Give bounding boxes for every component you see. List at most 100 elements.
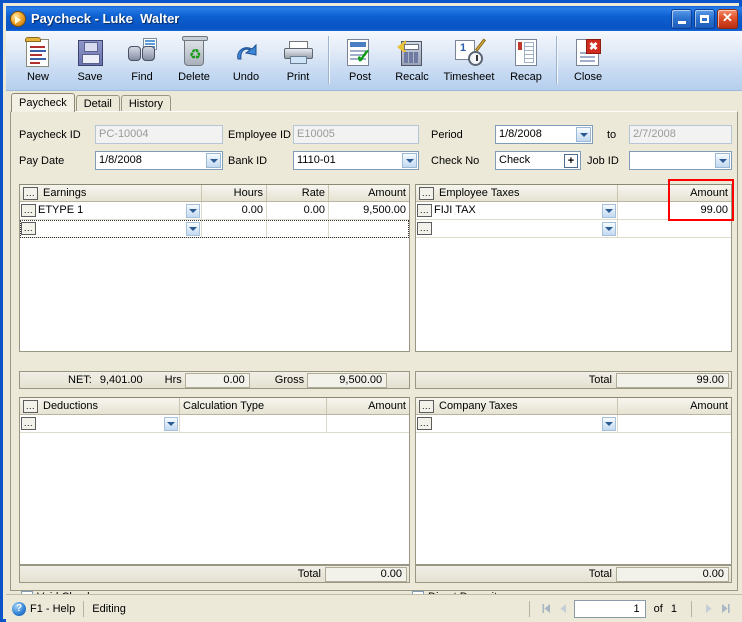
tab-history[interactable]: History (120, 95, 172, 112)
earnings-row-0-rate[interactable]: 0.00 (267, 202, 329, 219)
company-taxes-selector-button[interactable]: ... (419, 399, 434, 413)
help-hint[interactable]: ? F1 - Help (12, 601, 75, 616)
record-of-label: of 1 (654, 603, 677, 615)
chevron-down-icon[interactable] (206, 153, 221, 168)
table-row[interactable]: ... ETYPE 1 0.00 0.00 9,500.00 (20, 202, 409, 220)
earnings-row-1-amount[interactable] (329, 220, 409, 237)
deductions-total-value: 0.00 (325, 566, 407, 582)
chevron-down-icon[interactable] (186, 204, 200, 218)
previous-record-button[interactable] (555, 600, 572, 617)
record-navigator: 1 of 1 (521, 599, 734, 618)
employee-taxes-row-0-amount[interactable]: 99.00 (618, 202, 731, 219)
table-row[interactable]: ... (20, 220, 409, 238)
employee-taxes-row-lookup-button[interactable]: ... (417, 222, 432, 235)
minimize-icon (677, 20, 686, 24)
current-record-input[interactable]: 1 (573, 599, 646, 618)
tab-paycheck[interactable]: Paycheck (11, 93, 75, 112)
paycheck-app-icon (10, 10, 26, 27)
earnings-row-1-rate[interactable] (267, 220, 329, 237)
company-taxes-row-lookup-button[interactable]: ... (417, 417, 432, 430)
new-document-icon (22, 37, 54, 69)
employee-taxes-grid-header: ... Employee Taxes Amount (416, 185, 731, 202)
deductions-col-0: Deductions (43, 400, 99, 412)
pay-date-combo[interactable]: 1/8/2008 (95, 151, 223, 170)
minimize-button[interactable] (671, 8, 692, 29)
first-record-button[interactable] (538, 600, 555, 617)
period-from-combo[interactable]: 1/8/2008 (495, 125, 593, 144)
chevron-down-icon[interactable] (164, 417, 178, 431)
earnings-row-0-hours[interactable]: 0.00 (202, 202, 267, 219)
timesheet-button-label: Timesheet (443, 71, 495, 83)
find-button[interactable]: Find (116, 34, 168, 89)
deductions-col-2: Amount (368, 400, 406, 412)
deductions-selector-button[interactable]: ... (23, 399, 38, 413)
undo-button[interactable]: Undo (220, 34, 272, 89)
table-row[interactable]: ... (416, 415, 731, 433)
net-value: 9,401.00 (99, 374, 143, 386)
hrs-label: Hrs (164, 374, 182, 386)
help-icon: ? (12, 601, 26, 616)
window-title: Paycheck - Luke Walter (31, 11, 180, 26)
next-record-button[interactable] (700, 600, 717, 617)
earnings-row-0-amount[interactable]: 9,500.00 (329, 202, 409, 219)
check-no-field[interactable]: Check + (495, 151, 581, 170)
earnings-row-lookup-button[interactable]: ... (21, 222, 36, 235)
print-button[interactable]: Print (272, 34, 324, 89)
earnings-col-1: Hours (202, 185, 267, 201)
chevron-down-icon[interactable] (402, 153, 417, 168)
period-to-field[interactable]: 2/7/2008 (629, 125, 732, 144)
deductions-row-0-calc-type[interactable] (180, 415, 327, 432)
title-bar: Paycheck - Luke Walter ✕ (6, 6, 742, 31)
job-id-combo[interactable] (629, 151, 732, 170)
post-button[interactable]: ✓ Post (334, 34, 386, 89)
last-record-button[interactable] (717, 600, 734, 617)
employee-id-field[interactable]: E10005 (293, 125, 419, 144)
check-no-plus-button[interactable]: + (564, 154, 578, 168)
status-bar: ? F1 - Help Editing 1 of 1 (6, 594, 742, 622)
tab-detail[interactable]: Detail (75, 95, 120, 112)
toolbar: New Save Find ♻ Delete Undo Print ✓ Post… (6, 31, 742, 91)
application-window: Paycheck - Luke Walter ✕ New Save Find ♻… (0, 0, 742, 622)
employee-taxes-row-0-code: FIJI TAX (434, 204, 476, 216)
earnings-row-1-hours[interactable] (202, 220, 267, 237)
earnings-selector-button[interactable]: ... (23, 186, 38, 200)
employee-taxes-row-lookup-button[interactable]: ... (417, 204, 432, 217)
delete-button[interactable]: ♻ Delete (168, 34, 220, 89)
earnings-grid: ... Earnings Hours Rate Amount ... ETYPE… (19, 184, 410, 352)
table-row[interactable]: ... (20, 415, 409, 433)
find-button-label: Find (131, 71, 153, 83)
gross-label: Gross (274, 374, 305, 386)
close-button[interactable]: ✕ (717, 8, 738, 29)
timesheet-button[interactable]: 1 Timesheet (438, 34, 500, 89)
nav-separator-right (691, 600, 692, 617)
earnings-row-lookup-button[interactable]: ... (21, 204, 36, 217)
earnings-col-3: Amount (368, 187, 406, 199)
chevron-down-icon[interactable] (715, 153, 730, 168)
maximize-button[interactable] (694, 8, 715, 29)
paycheck-id-field[interactable]: PC-10004 (95, 125, 223, 144)
chevron-down-icon[interactable] (602, 417, 616, 431)
of-word: of (653, 602, 663, 615)
recap-button[interactable]: Recap (500, 34, 552, 89)
company-taxes-row-0-amount[interactable] (618, 415, 731, 432)
recalc-button[interactable]: Recalc (386, 34, 438, 89)
deductions-row-0-amount[interactable] (327, 415, 409, 432)
close-toolbar-button[interactable]: ✖ Close (562, 34, 614, 89)
bank-id-combo[interactable]: 1110-01 (293, 151, 419, 170)
new-button[interactable]: New (12, 34, 64, 89)
employee-taxes-total-value: 99.00 (616, 372, 729, 388)
table-row[interactable]: ... (416, 220, 731, 238)
deductions-row-lookup-button[interactable]: ... (21, 417, 36, 430)
employee-taxes-row-1-amount[interactable] (618, 220, 731, 237)
table-row[interactable]: ... FIJI TAX 99.00 (416, 202, 731, 220)
post-button-label: Post (348, 71, 371, 83)
clock-pencil-icon: 1 (453, 37, 486, 69)
chevron-down-icon[interactable] (576, 127, 591, 142)
employee-taxes-selector-button[interactable]: ... (419, 186, 434, 200)
gross-value: 9,500.00 (307, 372, 388, 388)
chevron-down-icon[interactable] (186, 222, 200, 236)
chevron-down-icon[interactable] (602, 222, 616, 236)
chevron-down-icon[interactable] (602, 204, 616, 218)
save-button[interactable]: Save (64, 34, 116, 89)
calculator-icon (396, 37, 428, 69)
